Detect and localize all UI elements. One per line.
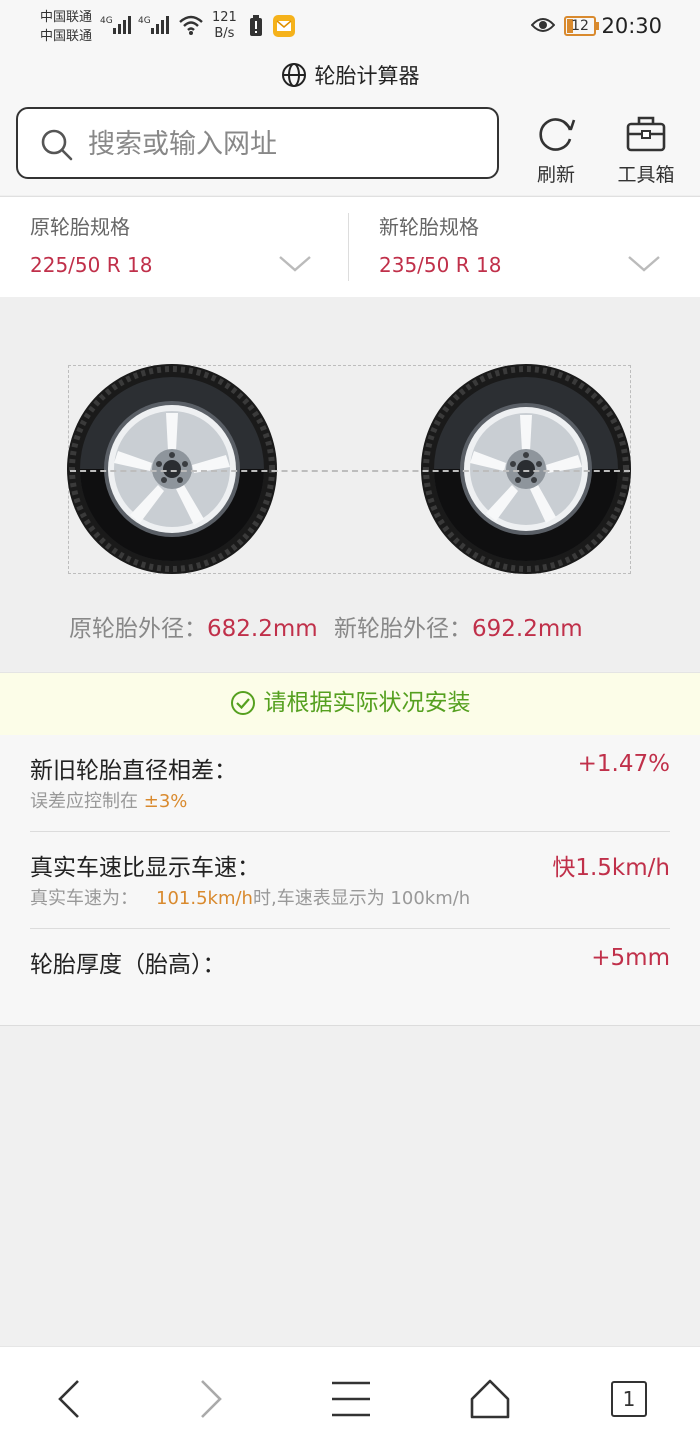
thickness-value: +5mm <box>591 945 670 971</box>
diameter-diff-note: 误差应控制在 ±3% <box>30 787 187 813</box>
carrier-2: 中国联通 <box>40 29 93 44</box>
tire-comparison-visual: 原轮胎外径：682.2mm 新轮胎外径：692.2mm <box>0 297 700 671</box>
diameter-diff-note-text: 误差应控制在 <box>30 791 138 812</box>
browser-header: 中国联通 中国联通 4G 4G 121 B/s 12 20:30 轮胎计算器 搜… <box>0 0 700 195</box>
original-diameter-value: 682.2mm <box>207 616 318 642</box>
toolbox-label: 工具箱 <box>617 164 675 186</box>
refresh-icon <box>539 118 576 151</box>
speed-unit: B/s <box>214 26 235 41</box>
new-spec-dropdown[interactable]: 新轮胎规格 235/50 R 18 <box>379 197 699 297</box>
speed-value: 121 <box>212 10 237 25</box>
page-title-bar: 轮胎计算器 <box>0 58 700 94</box>
battery-level: 12 <box>571 18 589 34</box>
results-panel: 新旧轮胎直径相差： +1.47% 误差应控制在 ±3% 真实车速比显示车速： 快… <box>0 735 700 1026</box>
tab-count: 1 <box>611 1381 647 1417</box>
menu-icon <box>332 1381 370 1417</box>
status-bar: 中国联通 中国联通 4G 4G 121 B/s 12 20:30 <box>0 0 700 52</box>
speed-note-prefix: 真实车速为： <box>30 888 138 909</box>
network-type-1: 4G <box>100 16 113 26</box>
tire-spec-selector: 原轮胎规格 225/50 R 18 新轮胎规格 235/50 R 18 <box>0 196 700 298</box>
toolbox-icon <box>626 116 666 152</box>
mail-notification-icon <box>273 15 295 37</box>
chevron-right-icon <box>201 1380 222 1418</box>
globe-icon <box>281 63 306 87</box>
new-tire-image <box>421 364 631 574</box>
back-button[interactable] <box>48 1377 108 1427</box>
result-row-thickness: 轮胎厚度（胎高）： +5mm <box>30 929 670 1025</box>
signal-icon-2 <box>151 16 169 34</box>
bottom-navigation: 1 <box>0 1346 700 1455</box>
diameter-diff-tolerance: ±3% <box>143 791 188 812</box>
home-button[interactable] <box>468 1377 528 1427</box>
original-spec-dropdown[interactable]: 原轮胎规格 225/50 R 18 <box>30 197 350 297</box>
result-row-diameter-diff: 新旧轮胎直径相差： +1.47% 误差应控制在 ±3% <box>30 735 670 832</box>
page-title: 轮胎计算器 <box>314 64 420 88</box>
speed-value: 快1.5km/h <box>552 855 670 881</box>
toolbox-button[interactable]: 工具箱 <box>606 112 686 187</box>
battery-alert-icon <box>250 15 262 36</box>
spec-divider <box>348 213 349 281</box>
result-row-speed: 真实车速比显示车速： 快1.5km/h 真实车速为： 101.5km/h时,车速表… <box>30 832 670 929</box>
search-icon <box>41 129 73 161</box>
original-diameter: 原轮胎外径：682.2mm <box>69 609 318 643</box>
chevron-down-icon-2 <box>628 256 660 272</box>
wifi-icon <box>179 15 203 35</box>
chevron-down-icon <box>279 256 311 272</box>
notice-text: 请根据实际状况安装 <box>263 690 471 716</box>
speed-real-value: 101.5km/h <box>156 888 253 909</box>
original-spec-label: 原轮胎规格 <box>30 215 130 239</box>
network-speed: 121 B/s <box>212 10 237 42</box>
diameter-diff-value: +1.47% <box>577 751 670 777</box>
new-diameter-label: 新轮胎外径： <box>334 616 472 642</box>
diameter-diff-label: 新旧轮胎直径相差： <box>30 758 237 784</box>
network-type-2: 4G <box>138 16 151 26</box>
eye-comfort-icon <box>531 18 555 32</box>
carrier-1: 中国联通 <box>40 10 93 25</box>
speed-label: 真实车速比显示车速： <box>30 855 260 881</box>
speed-note: 真实车速为： 101.5km/h时,车速表显示为 100km/h <box>30 884 470 910</box>
thickness-label: 轮胎厚度（胎高）： <box>30 952 226 978</box>
check-circle-icon <box>230 691 255 715</box>
tabs-button[interactable]: 1 <box>611 1381 671 1431</box>
chevron-left-icon <box>58 1380 79 1418</box>
address-bar[interactable] <box>16 107 499 179</box>
new-spec-label: 新轮胎规格 <box>379 215 479 239</box>
refresh-button[interactable]: 刷新 <box>516 112 596 187</box>
new-spec-value: 235/50 R 18 <box>379 253 502 277</box>
home-icon <box>470 1379 510 1419</box>
refresh-label: 刷新 <box>536 164 575 186</box>
install-notice: 请根据实际状况安装 <box>0 672 700 735</box>
original-tire-image <box>67 364 277 574</box>
original-diameter-label: 原轮胎外径： <box>69 616 207 642</box>
search-input[interactable] <box>86 121 490 167</box>
carrier-info: 中国联通 中国联通 <box>40 8 92 46</box>
forward-button[interactable] <box>188 1377 248 1427</box>
original-spec-value: 225/50 R 18 <box>30 253 153 277</box>
new-diameter: 新轮胎外径：692.2mm <box>334 609 583 643</box>
new-diameter-value: 692.2mm <box>472 616 583 642</box>
clock: 20:30 <box>601 14 662 38</box>
menu-button[interactable] <box>330 1377 390 1427</box>
signal-icon <box>113 16 131 34</box>
axle-center-line <box>70 470 630 472</box>
battery-icon: 12 <box>564 16 600 36</box>
speed-note-suffix: 时,车速表显示为 100km/h <box>252 888 471 909</box>
